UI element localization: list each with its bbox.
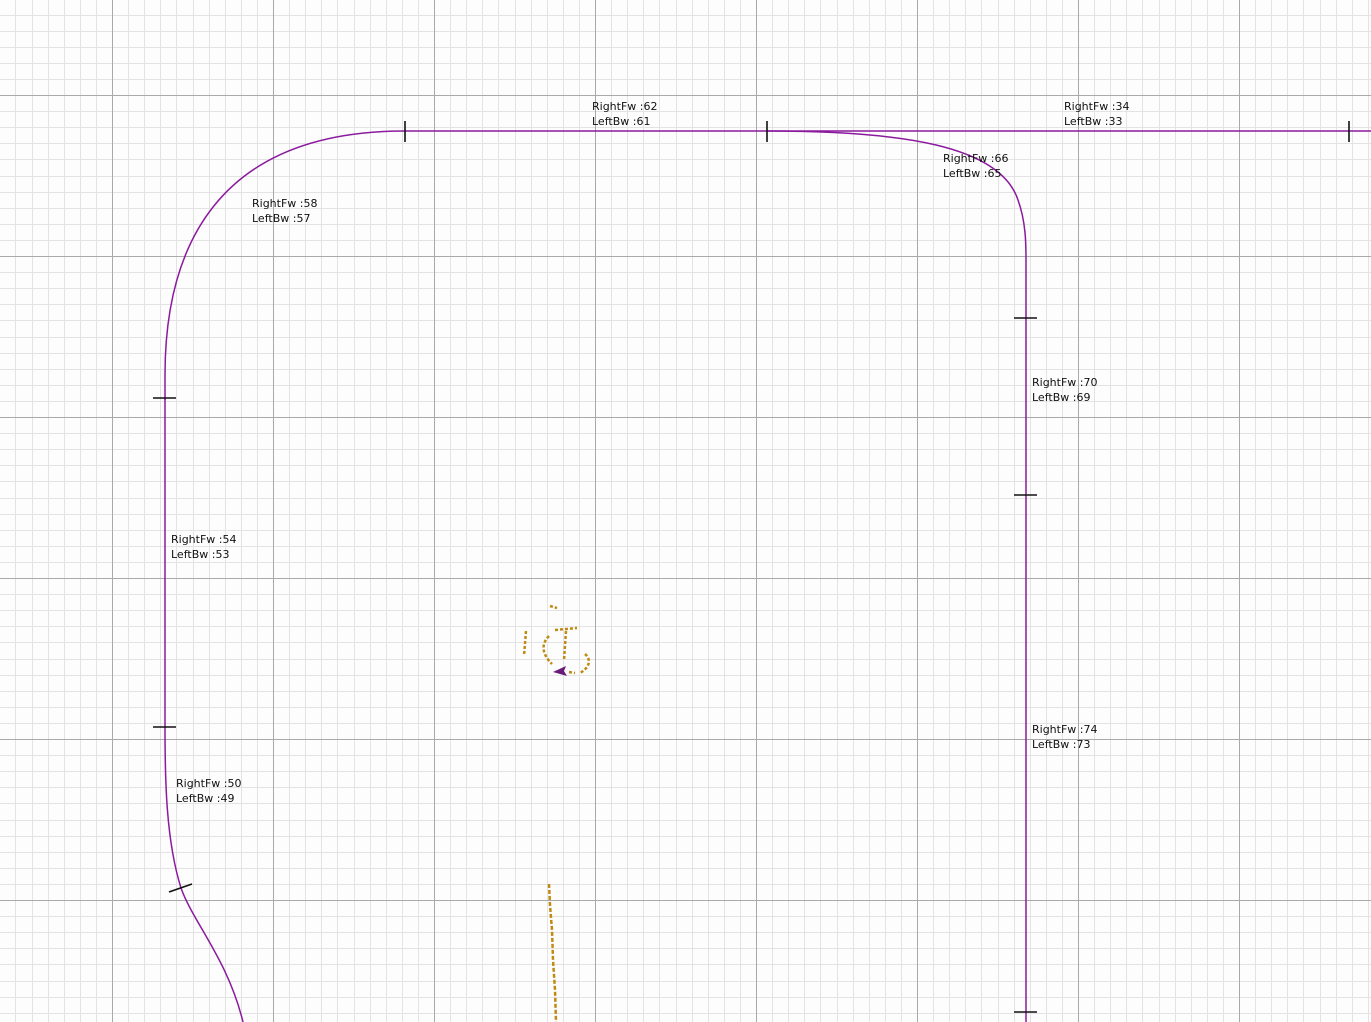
right-fw-label: RightFw :58: [252, 197, 318, 210]
map-drawing[interactable]: [0, 0, 1371, 1022]
right-fw-label: RightFw :34: [1064, 100, 1130, 113]
segment-label-74[interactable]: RightFw :74 LeftBw :73: [1032, 722, 1098, 752]
right-fw-label: RightFw :66: [943, 152, 1009, 165]
track-top-left-curve[interactable]: [164, 130, 406, 400]
track-paths: [164, 130, 1371, 1022]
left-bw-label: LeftBw :65: [943, 167, 1002, 180]
left-bw-label: LeftBw :53: [171, 548, 230, 561]
robot-marker[interactable]: [553, 666, 567, 676]
scan-cluster: [522, 630, 528, 657]
scan-wall: [547, 883, 558, 1022]
minor-grid: [0, 0, 1371, 1022]
segment-label-54[interactable]: RightFw :54 LeftBw :53: [171, 532, 237, 562]
right-fw-label: RightFw :54: [171, 533, 237, 546]
segment-label-66[interactable]: RightFw :66 LeftBw :65: [943, 151, 1009, 181]
scan-cluster: [579, 653, 591, 675]
left-bw-label: LeftBw :73: [1032, 738, 1091, 751]
segment-label-34[interactable]: RightFw :34 LeftBw :33: [1064, 99, 1130, 129]
segment-label-62[interactable]: RightFw :62 LeftBw :61: [592, 99, 658, 129]
left-bw-label: LeftBw :33: [1064, 115, 1123, 128]
left-bw-label: LeftBw :49: [176, 792, 235, 805]
segment-label-58[interactable]: RightFw :58 LeftBw :57: [252, 196, 318, 226]
right-fw-label: RightFw :50: [176, 777, 242, 790]
map-canvas[interactable]: RightFw :62 LeftBw :61 RightFw :34 LeftB…: [0, 0, 1371, 1022]
robot-arrow-icon[interactable]: [553, 666, 567, 676]
left-bw-label: LeftBw :57: [252, 212, 311, 225]
scan-cluster: [568, 670, 576, 675]
segment-label-50[interactable]: RightFw :50 LeftBw :49: [176, 776, 242, 806]
track-right-curve[interactable]: [766, 130, 1027, 1022]
right-fw-label: RightFw :74: [1032, 723, 1098, 736]
segment-label-70[interactable]: RightFw :70 LeftBw :69: [1032, 375, 1098, 405]
scan-cluster: [554, 626, 578, 632]
segment-boundary-ticks: [153, 121, 1350, 1013]
left-bw-label: LeftBw :69: [1032, 391, 1091, 404]
left-bw-label: LeftBw :61: [592, 115, 651, 128]
right-fw-label: RightFw :70: [1032, 376, 1098, 389]
scan-cluster: [549, 604, 558, 610]
scan-cluster: [562, 630, 568, 661]
right-fw-label: RightFw :62: [592, 100, 658, 113]
